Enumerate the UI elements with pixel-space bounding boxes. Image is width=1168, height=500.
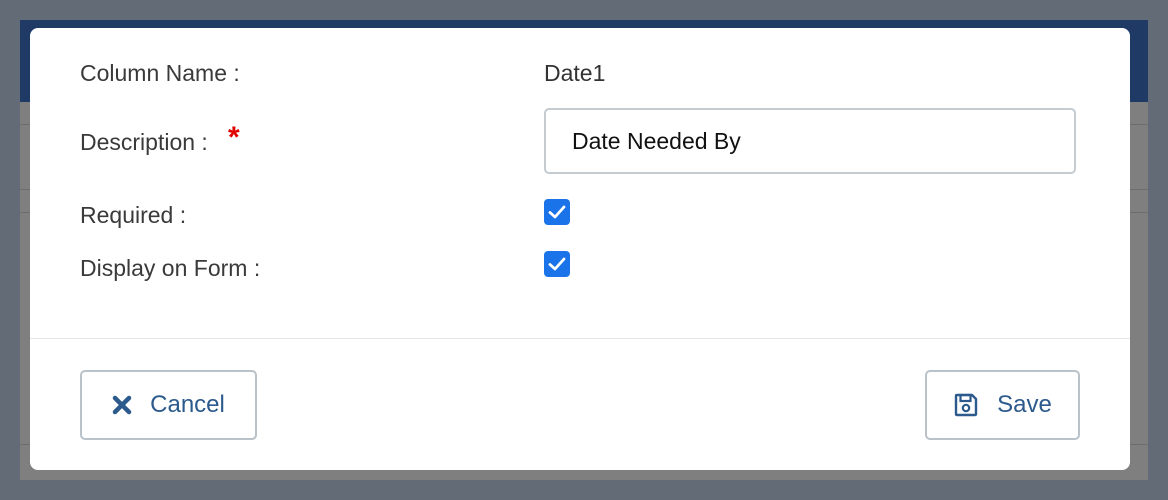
floppy-disk-icon: [953, 392, 979, 418]
edit-column-dialog: Column Name : Date1 Description : * Requ…: [30, 28, 1130, 470]
description-input[interactable]: [544, 108, 1076, 174]
cancel-button-label: Cancel: [150, 391, 225, 418]
save-button-label: Save: [997, 391, 1052, 418]
required-star: *: [228, 121, 240, 154]
description-label-row: Description : *: [80, 121, 240, 156]
required-checkbox[interactable]: [544, 199, 570, 225]
cancel-button[interactable]: Cancel: [80, 370, 257, 440]
save-button[interactable]: Save: [925, 370, 1080, 440]
footer-divider: [30, 338, 1130, 339]
checkmark-icon: [548, 205, 566, 219]
description-label: Description :: [80, 129, 208, 155]
column-name-value: Date1: [544, 60, 606, 86]
required-label: Required :: [80, 202, 187, 228]
checkmark-icon: [548, 257, 566, 271]
close-icon: [112, 395, 132, 415]
display-on-form-label: Display on Form :: [80, 255, 261, 281]
display-on-form-checkbox[interactable]: [544, 251, 570, 277]
column-name-label: Column Name :: [80, 60, 240, 86]
